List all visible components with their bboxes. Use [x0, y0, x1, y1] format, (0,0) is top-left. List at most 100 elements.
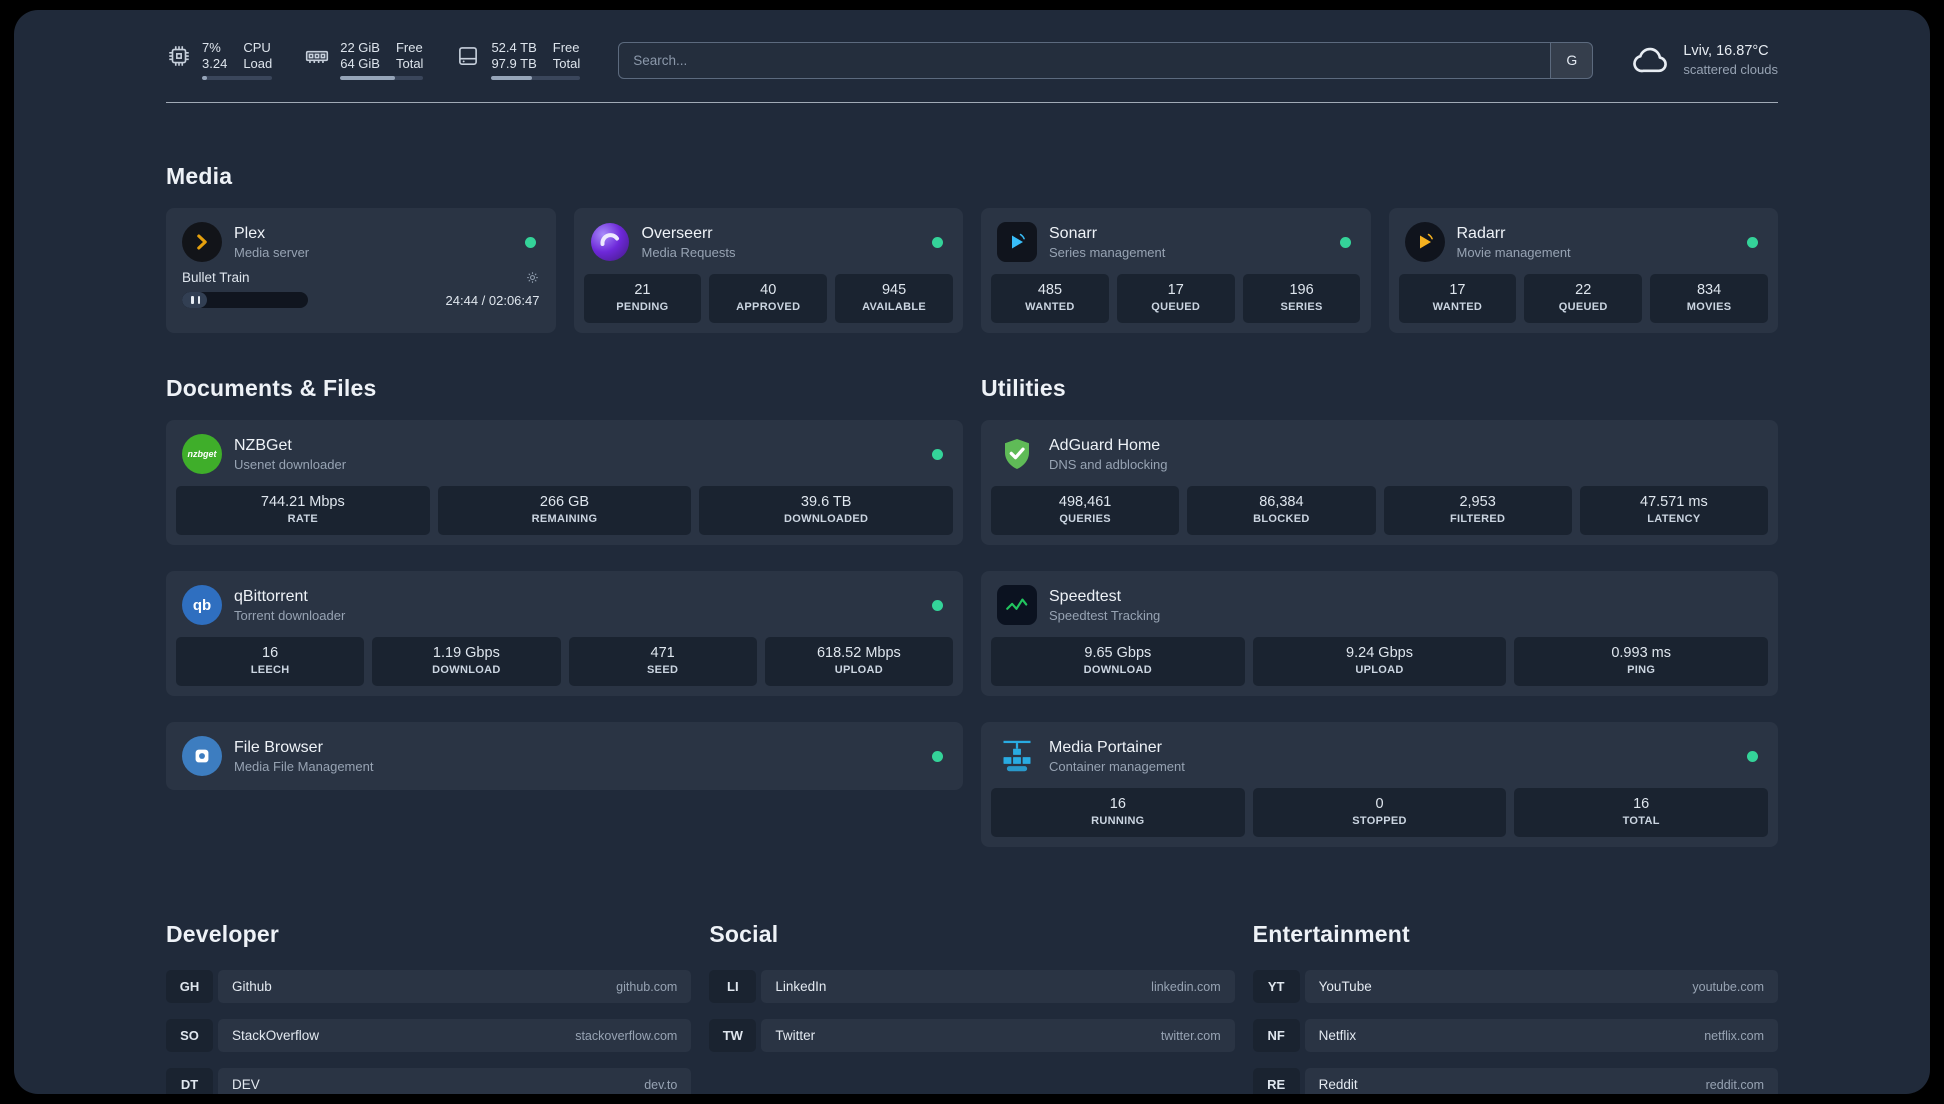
service-name: AdGuard Home	[1049, 436, 1161, 454]
stat-label: SEED	[647, 664, 679, 676]
cpu-usage-label: CPU	[243, 40, 271, 55]
status-dot	[932, 750, 943, 762]
stat-label: REMAINING	[531, 513, 598, 525]
disk-usage-bar	[491, 76, 581, 80]
service-description: Container management	[1049, 758, 1185, 774]
bookmark-body: Reddit reddit.com	[1304, 1068, 1778, 1094]
stat-label: APPROVED	[736, 301, 801, 313]
bookmark-name: StackOverflow	[232, 1028, 320, 1043]
disk-total-value: 97.9 TB	[491, 56, 537, 71]
stat-value: 22	[1575, 282, 1592, 298]
stat-label: SERIES	[1280, 301, 1323, 313]
stat-label: UPLOAD	[1355, 664, 1404, 676]
bookmark-body: Github github.com	[218, 970, 692, 1003]
stat-value: 0	[1375, 796, 1384, 812]
weather-location-temp: Lviv, 16.87°C	[1683, 43, 1769, 59]
bookmark-abbr: SO	[166, 1019, 213, 1052]
bookmark-url: linkedin.com	[1151, 979, 1221, 994]
bookmark-name: YouTube	[1318, 979, 1372, 994]
bookmark-group-entertainment: Entertainment YT YouTube youtube.com NF …	[1252, 921, 1778, 1094]
stat-tile: 16 TOTAL	[1514, 788, 1769, 837]
service-card-speedtest[interactable]: Speedtest Speedtest Tracking 9.65 Gbps D…	[981, 571, 1778, 696]
service-name: Speedtest	[1049, 587, 1122, 605]
stat-tile: 498,461 QUERIES	[991, 486, 1180, 535]
service-card-radarr[interactable]: Radarr Movie management 17 WANTED 22 QUE…	[1388, 208, 1778, 333]
stat-value: 17	[1449, 282, 1466, 298]
stat-value: 2,953	[1459, 494, 1496, 510]
service-card-filebrowser[interactable]: File Browser Media File Management	[166, 722, 963, 790]
service-card-plex[interactable]: Plex Media server Bullet Train 24:44 / 0…	[166, 208, 556, 333]
stat-tile: 0 STOPPED	[1252, 788, 1507, 837]
bookmark-abbr: YT	[1252, 970, 1300, 1003]
cpu-usage-bar-fill	[202, 76, 207, 80]
stat-value: 16	[1633, 796, 1650, 812]
service-description: Series management	[1049, 244, 1166, 260]
service-description: DNS and adblocking	[1049, 456, 1168, 472]
stat-label: DOWNLOADED	[784, 513, 869, 525]
stat-label: QUEUED	[1558, 301, 1608, 313]
pause-icon[interactable]	[191, 296, 200, 304]
stat-label: BLOCKED	[1253, 513, 1310, 525]
nzbget-icon: nzbget	[182, 434, 222, 474]
service-card-nzbget[interactable]: nzbget NZBGet Usenet downloader 744.21 M…	[166, 420, 963, 545]
section-media: Media Plex Media server Bullet Train 24:…	[166, 163, 1778, 333]
status-dot	[1339, 236, 1351, 248]
stat-tile: 9.65 Gbps DOWNLOAD	[991, 637, 1245, 686]
bookmark-github[interactable]: GH Github github.com	[166, 970, 692, 1003]
sonarr-icon	[997, 222, 1037, 262]
bookmark-reddit[interactable]: RE Reddit reddit.com	[1252, 1068, 1778, 1094]
service-card-adguard[interactable]: AdGuard Home DNS and adblocking 498,461 …	[981, 420, 1778, 545]
section-title-entertainment: Entertainment	[1252, 921, 1410, 947]
service-card-portainer[interactable]: Media Portainer Container management 16 …	[981, 722, 1778, 847]
stat-tile: 945 AVAILABLE	[835, 274, 953, 323]
bookmark-twitter[interactable]: TW Twitter twitter.com	[709, 1019, 1235, 1052]
stat-label: MOVIES	[1686, 301, 1732, 313]
bookmark-group-developer: Developer GH Github github.com SO StackO…	[166, 921, 692, 1094]
section-utilities: Utilities AdGuard Home DNS and adblockin…	[981, 375, 1778, 847]
weather-widget: Lviv, 16.87°C scattered clouds	[1631, 40, 1778, 80]
dashboard-page: 7% 3.24 CPU Load 22 GiB 64 GiB Free Tota…	[14, 10, 1930, 1094]
bookmark-body: StackOverflow stackoverflow.com	[218, 1019, 692, 1052]
playback-progress-bar[interactable]	[182, 292, 308, 308]
bookmark-stackoverflow[interactable]: SO StackOverflow stackoverflow.com	[166, 1019, 692, 1052]
memory-widget: 22 GiB 64 GiB Free Total	[304, 40, 424, 80]
bookmark-netflix[interactable]: NF Netflix netflix.com	[1252, 1019, 1778, 1052]
bookmark-abbr: TW	[709, 1019, 757, 1052]
settings-gear-icon[interactable]	[525, 270, 540, 285]
stat-tile: 16 LEECH	[176, 637, 365, 686]
cpu-load-value: 3.24	[202, 56, 228, 71]
service-name: Overseerr	[641, 224, 713, 242]
service-card-sonarr[interactable]: Sonarr Series management 485 WANTED 17 Q…	[981, 208, 1371, 333]
stat-value: 744.21 Mbps	[260, 494, 345, 510]
bookmark-abbr: NF	[1252, 1019, 1300, 1052]
bookmark-url: youtube.com	[1692, 979, 1764, 994]
filebrowser-icon	[182, 736, 222, 776]
cpu-usage-bar	[202, 76, 273, 80]
bookmark-url: dev.to	[644, 1077, 678, 1092]
memory-icon	[304, 43, 330, 69]
speedtest-icon	[997, 585, 1037, 625]
service-description: Media server	[234, 244, 310, 260]
bookmark-body: LinkedIn linkedin.com	[761, 970, 1235, 1003]
stat-tile: 1.19 Gbps DOWNLOAD	[372, 637, 561, 686]
stat-value: 16	[1109, 796, 1126, 812]
memory-usage-bar	[340, 76, 424, 80]
stat-tile: 0.993 ms PING	[1514, 637, 1769, 686]
disk-free-label: Free	[552, 40, 580, 55]
bookmark-body: Twitter twitter.com	[761, 1019, 1235, 1052]
bookmark-dev[interactable]: DT DEV dev.to	[166, 1068, 692, 1094]
bookmark-name: DEV	[232, 1077, 260, 1092]
stat-label: QUEUED	[1151, 301, 1201, 313]
cpu-widget: 7% 3.24 CPU Load	[166, 40, 273, 80]
bookmark-youtube[interactable]: YT YouTube youtube.com	[1252, 970, 1778, 1003]
service-card-qbittorrent[interactable]: qb qBittorrent Torrent downloader 16 LEE…	[166, 571, 963, 696]
stat-label: AVAILABLE	[862, 301, 927, 313]
disk-total-label: Total	[552, 56, 581, 71]
service-card-overseerr[interactable]: Overseerr Media Requests 21 PENDING 40 A…	[573, 208, 963, 333]
search-input[interactable]	[619, 42, 1551, 78]
bookmark-name: Netflix	[1318, 1028, 1357, 1043]
bookmark-body: YouTube youtube.com	[1304, 970, 1778, 1003]
stat-tile: 17 QUEUED	[1116, 274, 1235, 323]
bookmark-linkedin[interactable]: LI LinkedIn linkedin.com	[709, 970, 1235, 1003]
search-provider-button[interactable]: G	[1550, 42, 1593, 78]
